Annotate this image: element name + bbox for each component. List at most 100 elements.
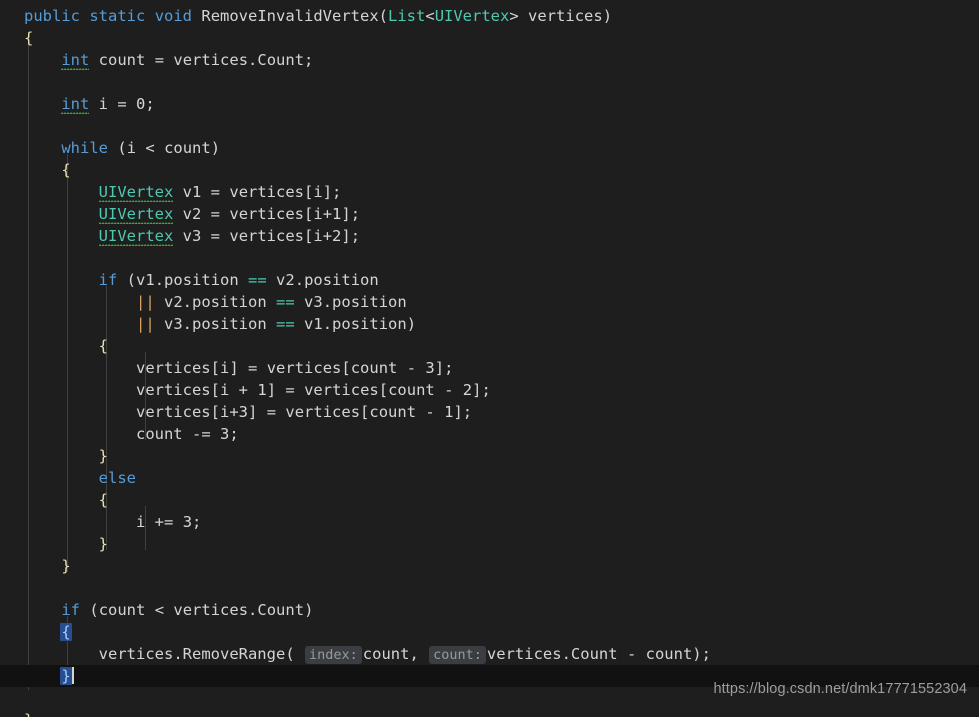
code-line-12-blank[interactable]	[0, 247, 979, 269]
code-line-27-blank[interactable]	[0, 577, 979, 599]
code-line-7[interactable]: while (i < count)	[0, 137, 979, 159]
token-keyword-void: void	[154, 7, 193, 25]
token-dot: .	[322, 293, 333, 311]
token-var-v1: v1	[136, 271, 155, 289]
token-prop-position: position	[332, 315, 407, 333]
token-var-vertices: vertices	[98, 645, 174, 663]
token-bracket-close: ]	[322, 183, 333, 201]
token-minus: -	[444, 381, 454, 399]
token-dot: .	[294, 271, 305, 289]
code-line-28[interactable]: if (count < vertices.Count)	[0, 599, 979, 621]
token-plus: +	[229, 403, 239, 421]
token-var-count: count	[98, 51, 146, 69]
token-paren-open: (	[126, 271, 137, 289]
code-line-15[interactable]: || v3.position == v1.position)	[0, 313, 979, 335]
code-line-13[interactable]: if (v1.position == v2.position	[0, 269, 979, 291]
code-line-20[interactable]: count -= 3;	[0, 423, 979, 445]
token-operator-plus-equals: +=	[154, 513, 174, 531]
token-var-count: count	[388, 381, 435, 399]
token-plus: +	[322, 227, 333, 245]
token-prop-count: Count	[257, 601, 305, 619]
token-var-i: i	[98, 95, 109, 113]
token-keyword-while: while	[61, 139, 108, 157]
code-line-24[interactable]: i += 3;	[0, 511, 979, 533]
token-var-count: count	[369, 403, 417, 421]
code-line-17[interactable]: vertices[i] = vertices[count - 3];	[0, 357, 979, 379]
token-dot: .	[154, 271, 165, 289]
token-var-count: count	[645, 645, 693, 663]
token-var-vertices: vertices	[285, 403, 361, 421]
code-line-3[interactable]: int count = vertices.Count;	[0, 49, 979, 71]
token-method-removerange: RemoveRange	[182, 645, 286, 663]
code-line-2[interactable]: {	[0, 27, 979, 49]
token-bracket-close: ]	[341, 227, 351, 245]
token-brace-open-matched: {	[60, 623, 72, 641]
token-operator-lt: <	[145, 139, 155, 157]
code-line-21[interactable]: }	[0, 445, 979, 467]
token-bracket-open: [	[304, 205, 314, 223]
token-semicolon: ;	[444, 359, 454, 377]
token-bracket-open: [	[304, 227, 314, 245]
code-line-29[interactable]: {	[0, 621, 979, 643]
code-line-8[interactable]: {	[0, 159, 979, 181]
code-line-6-blank[interactable]	[0, 115, 979, 137]
token-paren-close: )	[304, 601, 314, 619]
code-line-26[interactable]: }	[0, 555, 979, 577]
token-operator-assign: =	[210, 227, 221, 245]
code-line-19[interactable]: vertices[i+3] = vertices[count - 1];	[0, 401, 979, 423]
inlay-hint-index: index:	[305, 646, 362, 664]
token-keyword-if: if	[61, 601, 80, 619]
code-line-4-blank[interactable]	[0, 71, 979, 93]
code-line-1[interactable]: public static void RemoveInvalidVertex(L…	[0, 5, 979, 27]
token-operator-or: ||	[135, 315, 155, 333]
token-prop-position: position	[192, 315, 267, 333]
code-line-23[interactable]: {	[0, 489, 979, 511]
code-line-18[interactable]: vertices[i + 1] = vertices[count - 2];	[0, 379, 979, 401]
code-line-14[interactable]: || v2.position == v3.position	[0, 291, 979, 313]
token-number-two: 2	[462, 381, 473, 399]
code-line-11[interactable]: UIVertex v3 = vertices[i+2];	[0, 225, 979, 247]
token-var-vertices: vertices	[304, 381, 379, 399]
token-var-v3: v3	[182, 227, 202, 245]
token-brace-open: {	[98, 491, 108, 509]
code-line-9[interactable]: UIVertex v1 = vertices[i];	[0, 181, 979, 203]
token-semicolon: ;	[701, 645, 711, 663]
token-bracket-close: ]	[229, 359, 239, 377]
token-prop-position: position	[332, 293, 407, 311]
token-brace-open: {	[61, 161, 71, 179]
token-var-i: i	[313, 183, 323, 201]
token-paren-open: (	[285, 645, 295, 663]
code-line-25[interactable]: }	[0, 533, 979, 555]
code-editor[interactable]: public static void RemoveInvalidVertex(L…	[0, 0, 979, 717]
code-lines[interactable]: public static void RemoveInvalidVertex(L…	[0, 5, 979, 717]
token-bracket-open: [	[210, 381, 220, 399]
token-operator-assign: =	[210, 183, 221, 201]
token-dot: .	[182, 293, 193, 311]
token-semicolon: ;	[350, 227, 361, 245]
token-bracket-open: [	[341, 359, 351, 377]
token-number-two: 2	[332, 227, 342, 245]
token-dot: .	[248, 601, 258, 619]
token-var-v2: v2	[182, 205, 202, 223]
token-number-three: 3	[238, 403, 249, 421]
token-prop-position: position	[164, 271, 239, 289]
token-var-vertices: vertices	[229, 183, 305, 201]
code-line-5[interactable]: int i = 0;	[0, 93, 979, 115]
token-var-count: count	[164, 139, 211, 157]
code-line-33[interactable]: }	[0, 709, 979, 717]
code-line-30[interactable]: vertices.RemoveRange( index: count, count…	[0, 643, 979, 665]
token-paren-close: )	[602, 7, 613, 25]
token-minus: -	[406, 359, 417, 377]
code-line-16[interactable]: {	[0, 335, 979, 357]
code-line-22[interactable]: else	[0, 467, 979, 489]
token-paren-close: )	[210, 139, 221, 157]
code-line-10[interactable]: UIVertex v2 = vertices[i+1];	[0, 203, 979, 225]
token-brace-open: {	[24, 29, 34, 47]
token-var-vertices: vertices	[486, 645, 562, 663]
token-dot: .	[322, 315, 333, 333]
token-plus: +	[322, 205, 333, 223]
token-brace-close-matched: }	[60, 667, 72, 685]
token-operator-assign: =	[266, 403, 277, 421]
text-cursor	[71, 667, 74, 684]
token-number-one: 1	[332, 205, 342, 223]
